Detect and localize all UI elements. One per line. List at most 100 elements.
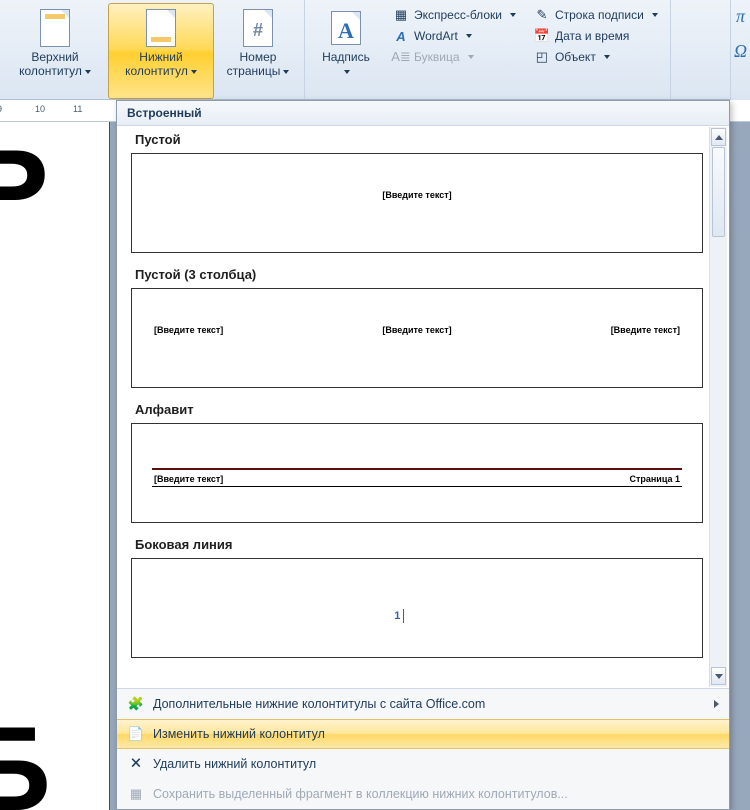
ribbon: Верхний колонтитул Нижний колонтитул # Н…	[0, 0, 750, 100]
document-icon	[38, 8, 72, 48]
header-button[interactable]: Верхний колонтитул	[2, 3, 108, 99]
gallery-preview: [Введите текст]	[131, 153, 703, 253]
scroll-thumb[interactable]	[712, 147, 725, 237]
office-icon: 🧩	[127, 695, 145, 713]
decorative-line	[152, 468, 682, 470]
object-button[interactable]: ◰ Объект	[530, 47, 662, 67]
document-icon	[144, 8, 178, 48]
save-gallery-icon: ▦	[127, 785, 145, 803]
chevron-right-icon	[714, 700, 719, 708]
placeholder-text: [Введите текст]	[382, 190, 451, 240]
page-label: Страница 1	[629, 474, 680, 484]
text-column-1: ▦ Экспресс-блоки A WordArt A≣ Буквица	[385, 3, 526, 99]
gallery-item-empty-3col[interactable]: Пустой (3 столбца) [Введите текст] [Введ…	[131, 267, 703, 388]
chevron-down-icon	[283, 70, 289, 74]
placeholder-text: [Введите текст]	[154, 474, 223, 484]
header-button-label-2: колонтитул	[19, 64, 82, 78]
gallery-item-empty[interactable]: Пустой [Введите текст]	[131, 132, 703, 253]
chevron-down-icon	[344, 70, 350, 74]
textbox-button[interactable]: A Надпись	[307, 3, 385, 99]
quick-parts-label: Экспресс-блоки	[414, 8, 502, 22]
chevron-down-icon	[466, 34, 472, 38]
textbox-button-label: Надпись	[322, 50, 370, 64]
quick-parts-button[interactable]: ▦ Экспресс-блоки	[389, 5, 520, 25]
chevron-down-icon	[191, 70, 197, 74]
page-number-button[interactable]: # Номер страницы	[214, 3, 302, 99]
gallery-section-header: Встроенный	[117, 101, 729, 126]
save-selection-menu-item: ▦ Сохранить выделенный фрагмент в коллек…	[117, 779, 729, 809]
footer-gallery-dropdown: Встроенный Пустой [Введите текст] Пустой…	[116, 100, 730, 810]
chevron-down-icon	[510, 13, 516, 17]
menu-item-label: Дополнительные нижние колонтитулы с сайт…	[153, 697, 485, 711]
pagenum-button-label-1: Номер	[240, 50, 277, 64]
scroll-up-button[interactable]	[711, 128, 726, 146]
gallery-item-title: Пустой (3 столбца)	[135, 267, 703, 282]
footer-button-label-2: колонтитул	[125, 64, 188, 78]
textbox-icon: A	[329, 8, 363, 48]
chevron-down-icon	[652, 13, 658, 17]
equation-icon[interactable]: π	[736, 6, 745, 27]
more-footers-menu-item[interactable]: 🧩 Дополнительные нижние колонтитулы с са…	[117, 689, 729, 719]
chevron-down-icon	[85, 70, 91, 74]
chevron-down-icon	[468, 55, 474, 59]
chevron-up-icon	[715, 135, 723, 140]
signature-label: Строка подписи	[555, 8, 644, 22]
chevron-down-icon	[715, 674, 723, 679]
wordart-button[interactable]: A WordArt	[389, 26, 520, 46]
document-text: Б	[0, 709, 51, 810]
signature-icon: ✎	[534, 7, 550, 23]
dropcap-icon: A≣	[393, 49, 409, 65]
gallery-item-alphabet[interactable]: Алфавит [Введите текст] Страница 1	[131, 402, 703, 523]
date-time-button[interactable]: 📅 Дата и время	[530, 26, 662, 46]
menu-item-label: Сохранить выделенный фрагмент в коллекци…	[153, 787, 568, 801]
ruler-mark: 11	[73, 104, 82, 114]
gallery-item-title: Пустой	[135, 132, 703, 147]
menu-item-label: Изменить нижний колонтитул	[153, 727, 325, 741]
document-page[interactable]: Ь Б	[0, 122, 110, 810]
footer-button-label-1: Нижний	[139, 50, 182, 64]
quick-parts-icon: ▦	[393, 7, 409, 23]
delete-footer-menu-item[interactable]: 🗙 Удалить нижний колонтитул	[117, 749, 729, 779]
decorative-line	[152, 486, 682, 487]
wordart-label: WordArt	[414, 29, 458, 43]
header-button-label-1: Верхний	[31, 50, 78, 64]
gallery-item-title: Алфавит	[135, 402, 703, 417]
ruler-mark: 9	[0, 104, 2, 114]
scrollbar[interactable]	[709, 127, 727, 687]
document-text: Ь	[0, 122, 49, 219]
delete-icon: 🗙	[127, 755, 145, 773]
gallery-preview: 1	[131, 558, 703, 658]
signature-line-button[interactable]: ✎ Строка подписи	[530, 5, 662, 25]
ribbon-group-text: A Надпись ▦ Экспресс-блоки A WordArt A≣ …	[305, 0, 671, 99]
hash-document-icon: #	[241, 8, 275, 48]
ribbon-group-symbols: π Ω	[730, 0, 750, 100]
gallery-body: Пустой [Введите текст] Пустой (3 столбца…	[117, 126, 729, 688]
document-icon: 📄	[127, 725, 145, 743]
gallery-item-sideline[interactable]: Боковая линия 1	[131, 537, 703, 658]
scroll-down-button[interactable]	[711, 667, 726, 685]
object-icon: ◰	[534, 49, 550, 65]
calendar-icon: 📅	[534, 28, 550, 44]
dropcap-label: Буквица	[414, 50, 460, 64]
page-number-mark: 1	[394, 609, 404, 623]
wordart-icon: A	[393, 28, 409, 44]
placeholder-text: [Введите текст]	[382, 325, 451, 375]
gallery-preview: [Введите текст] Страница 1	[131, 423, 703, 523]
edit-footer-menu-item[interactable]: 📄 Изменить нижний колонтитул	[117, 719, 729, 749]
date-time-label: Дата и время	[555, 29, 629, 43]
ribbon-group-header-footer: Верхний колонтитул Нижний колонтитул # Н…	[0, 0, 305, 99]
placeholder-text: [Введите текст]	[611, 325, 680, 375]
gallery-item-title: Боковая линия	[135, 537, 703, 552]
placeholder-text: [Введите текст]	[154, 325, 223, 375]
ruler-mark: 10	[35, 104, 45, 114]
chevron-down-icon	[604, 55, 610, 59]
symbol-icon[interactable]: Ω	[734, 41, 747, 62]
text-column-2: ✎ Строка подписи 📅 Дата и время ◰ Объект	[526, 3, 668, 99]
footer-button[interactable]: Нижний колонтитул	[108, 3, 214, 99]
dropcap-button[interactable]: A≣ Буквица	[389, 47, 520, 67]
menu-item-label: Удалить нижний колонтитул	[153, 757, 316, 771]
gallery-preview: [Введите текст] [Введите текст] [Введите…	[131, 288, 703, 388]
object-label: Объект	[555, 50, 596, 64]
gallery-footer: 🧩 Дополнительные нижние колонтитулы с са…	[117, 688, 729, 809]
pagenum-button-label-2: страницы	[227, 64, 281, 78]
